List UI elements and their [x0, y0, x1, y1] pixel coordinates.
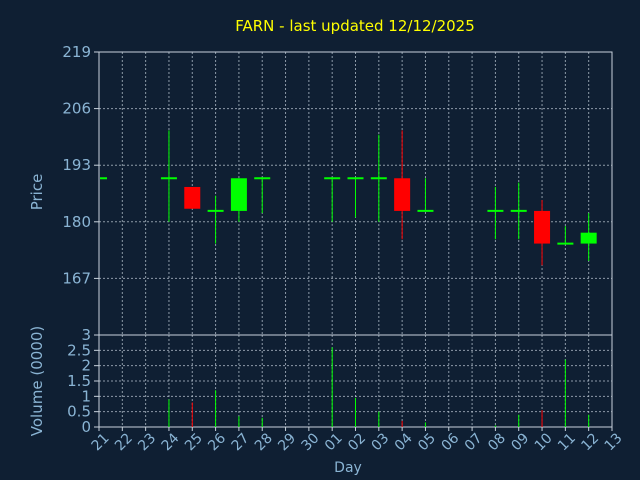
x-tick-label: 27: [229, 430, 253, 454]
x-tick-label: 07: [462, 430, 486, 454]
volume-y-ticks: 32.521.510.50: [67, 326, 99, 436]
candle-body: [534, 210, 551, 244]
x-tick-label: 05: [415, 430, 439, 454]
candle-body: [230, 178, 247, 211]
price-tick-label: 206: [62, 100, 91, 118]
x-tick-label: 11: [555, 430, 579, 454]
price-axis-label: Price: [28, 174, 46, 211]
x-tick-label: 21: [89, 430, 113, 454]
price-tick-label: 193: [62, 156, 91, 174]
x-tick-label: 03: [369, 430, 393, 454]
x-tick-label: 01: [322, 430, 346, 454]
x-tick-label: 09: [508, 430, 532, 454]
chart-title: FARN - last updated 12/12/2025: [235, 17, 475, 35]
x-tick-label: 22: [112, 430, 136, 454]
x-tick-label: 25: [182, 430, 206, 454]
x-tick-label: 24: [159, 430, 183, 454]
price-panel: 219 206 193 180 167 Price: [28, 43, 613, 336]
volume-axis-label: Volume (0000): [28, 326, 46, 436]
x-tick-label: 10: [532, 430, 556, 454]
volume-panel: 32.521.510.50 Volume (0000): [28, 326, 613, 436]
x-tick-label: 30: [299, 430, 323, 454]
x-tick-label: 13: [602, 430, 626, 454]
x-tick-label: 12: [578, 430, 602, 454]
candle-body: [184, 186, 201, 209]
x-tick-label: 26: [205, 430, 229, 454]
candlestick-chart: FARN - last updated 12/12/2025 219 206 193…: [28, 17, 626, 476]
price-tick-label: 167: [62, 269, 91, 287]
x-tick-label: 23: [135, 430, 159, 454]
candle-body: [580, 232, 597, 244]
x-tick-label: 29: [275, 430, 299, 454]
candle-body: [394, 178, 411, 211]
price-tick-label: 219: [62, 43, 91, 61]
candles: [100, 130, 597, 266]
volume-tick-label: 0: [81, 418, 91, 436]
x-tick-label: 04: [392, 430, 416, 454]
x-tick-label: 06: [438, 430, 462, 454]
x-axis-label: Day: [334, 460, 362, 476]
price-tick-label: 180: [62, 213, 91, 231]
x-ticks: 21 22 23 24 25 26 27 28 29 30 01 02 03 04 05 06 07 08 09 10…: [89, 427, 626, 454]
x-tick-label: 08: [485, 430, 509, 454]
x-tick-label: 28: [252, 430, 276, 454]
price-y-ticks: 219 206 193 180 167: [62, 43, 99, 287]
x-tick-label: 02: [345, 430, 369, 454]
